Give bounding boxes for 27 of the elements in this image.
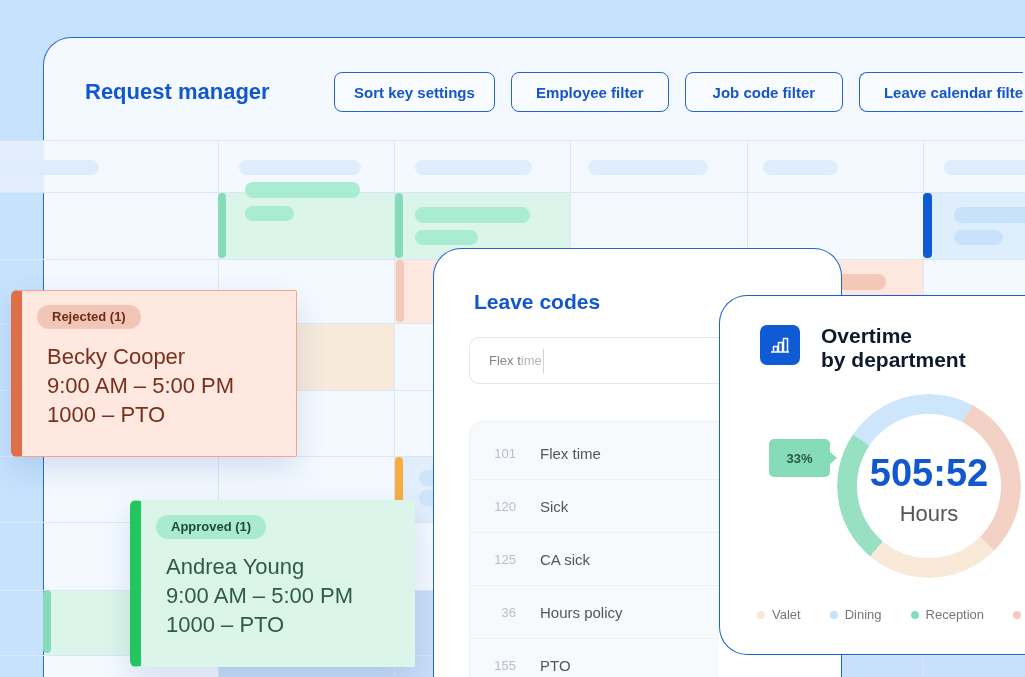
leave-code: 1000 – PTO bbox=[166, 611, 285, 639]
code-number: 120 bbox=[493, 498, 516, 515]
employee-name: Becky Cooper bbox=[47, 343, 186, 371]
status-badge: Rejected (1) bbox=[37, 305, 141, 329]
legend-label: Dining bbox=[844, 607, 882, 623]
code-name: PTO bbox=[540, 657, 571, 674]
code-number: 36 bbox=[500, 604, 516, 621]
legend-label: Valet bbox=[772, 607, 801, 623]
status-badge: Approved (1) bbox=[156, 515, 267, 539]
shift-time: 9:00 AM – 5:00 PM bbox=[166, 582, 354, 610]
code-number: 101 bbox=[493, 445, 516, 462]
employee-name: Andrea Young bbox=[166, 553, 305, 581]
panel-title: Request manager bbox=[85, 78, 271, 106]
panel-title: Leave codes bbox=[474, 289, 601, 315]
code-name: CA sick bbox=[540, 551, 590, 568]
code-number: 155 bbox=[493, 657, 516, 674]
hours-label: Hours bbox=[899, 501, 959, 527]
code-name: Flex time bbox=[540, 445, 601, 462]
code-name: Hours policy bbox=[540, 604, 623, 621]
total-hours: 505:52 bbox=[869, 453, 989, 493]
leave-code: 1000 – PTO bbox=[47, 401, 166, 429]
legend-label: Reception bbox=[925, 607, 985, 623]
code-number: 125 bbox=[493, 551, 516, 568]
panel-title: Overtime by department bbox=[821, 324, 966, 372]
percentage-callout: 33% bbox=[769, 439, 837, 477]
code-name: Sick bbox=[540, 498, 569, 515]
shift-time: 9:00 AM – 5:00 PM bbox=[47, 372, 235, 400]
